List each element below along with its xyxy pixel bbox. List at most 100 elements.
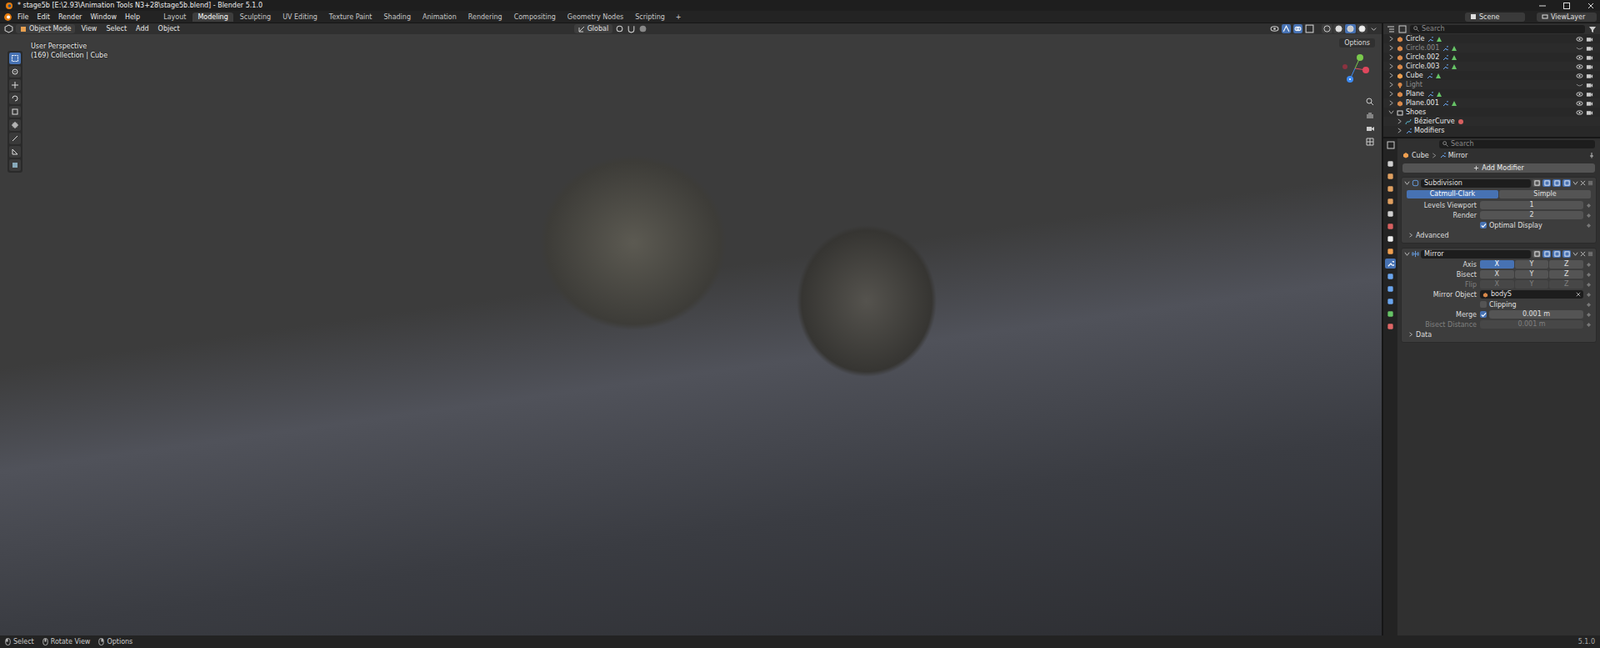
workspace-tab[interactable]: Compositing	[509, 12, 561, 22]
properties-tab[interactable]	[1385, 283, 1396, 294]
outliner-item[interactable]: Circle.001	[1383, 43, 1600, 53]
shading-mode-button[interactable]	[1333, 24, 1345, 34]
modifier-display-toggle[interactable]	[1542, 179, 1551, 187]
menu-item[interactable]: File	[14, 12, 32, 22]
render-camera-icon[interactable]	[1585, 90, 1594, 98]
remove-modifier-icon[interactable]	[1580, 180, 1586, 186]
eye-open-icon[interactable]	[1575, 100, 1584, 107]
outliner-item[interactable]: Shoes	[1383, 107, 1600, 117]
outliner-editor-icon[interactable]	[1386, 25, 1395, 34]
pin-icon[interactable]	[1588, 151, 1595, 159]
pivot-icon[interactable]	[615, 24, 625, 34]
view-layer-selector[interactable]: ViewLayer	[1536, 12, 1597, 22]
axis-toggle[interactable]: Y	[1515, 280, 1550, 289]
properties-tab[interactable]	[1385, 170, 1396, 181]
scene-selector[interactable]: Scene	[1465, 12, 1525, 22]
viewport-menu[interactable]: View	[77, 24, 100, 34]
workspace-tab[interactable]: Geometry Nodes	[562, 12, 629, 22]
axis-toggle[interactable]: Z	[1549, 270, 1584, 279]
tool-button[interactable]	[9, 145, 21, 158]
keyframe-dot-icon[interactable]	[1586, 322, 1591, 327]
eye-open-icon[interactable]	[1575, 72, 1584, 80]
drag-handle-icon[interactable]	[1587, 180, 1594, 186]
modifier-display-toggle[interactable]	[1562, 250, 1571, 258]
tool-button[interactable]	[9, 105, 21, 118]
breadcrumb-item[interactable]: Mirror	[1448, 151, 1469, 160]
properties-tab[interactable]	[1385, 195, 1396, 206]
eye-open-icon[interactable]	[1575, 54, 1584, 61]
pan-hand-icon[interactable]	[1365, 110, 1375, 120]
eye-open-icon[interactable]	[1575, 90, 1584, 98]
remove-modifier-icon[interactable]	[1580, 250, 1586, 257]
render-camera-icon[interactable]	[1585, 109, 1594, 116]
expand-arrow-icon[interactable]	[1388, 54, 1395, 60]
axis-toggle[interactable]: Z	[1549, 280, 1584, 289]
outliner-item[interactable]: BézierCurve	[1383, 116, 1600, 126]
modifier-display-toggle[interactable]	[1552, 250, 1561, 258]
axis-toggle[interactable]: Y	[1515, 260, 1550, 269]
menu-item[interactable]: Help	[121, 12, 144, 22]
outliner-item[interactable]: Light	[1383, 80, 1600, 90]
expand-arrow-icon[interactable]	[1396, 127, 1403, 134]
eye-open-icon[interactable]	[1575, 109, 1584, 116]
properties-tab[interactable]	[1385, 233, 1396, 244]
checkbox[interactable]	[1480, 221, 1487, 229]
expand-arrow-icon[interactable]	[1388, 100, 1395, 106]
visibility-icon[interactable]	[1270, 24, 1280, 34]
outliner-item[interactable]: Circle	[1383, 34, 1600, 44]
subpanel-header[interactable]: Advanced	[1401, 230, 1596, 240]
xray-icon[interactable]	[1305, 24, 1315, 34]
keyframe-dot-icon[interactable]	[1586, 213, 1591, 218]
segment-button[interactable]: Simple	[1499, 190, 1591, 199]
zoom-icon[interactable]	[1365, 96, 1375, 107]
number-field[interactable]: 2	[1480, 210, 1584, 220]
expand-arrow-icon[interactable]	[1388, 45, 1395, 51]
tool-button[interactable]	[9, 92, 21, 105]
modifier-display-toggle[interactable]	[1562, 179, 1571, 187]
outliner-search[interactable]: Search	[1410, 25, 1585, 34]
navigation-gizmo-icon[interactable]	[1338, 51, 1372, 85]
workspace-tab[interactable]: Animation	[417, 12, 462, 22]
orientation-dropdown[interactable]: Global	[574, 24, 614, 34]
checkbox[interactable]	[1480, 300, 1487, 308]
shading-mode-button[interactable]	[1345, 24, 1356, 34]
workspace-tab[interactable]: Rendering	[463, 12, 508, 22]
modifier-menu-icon[interactable]	[1572, 180, 1579, 186]
tool-button[interactable]	[9, 132, 21, 145]
modifier-display-toggle[interactable]	[1542, 250, 1551, 258]
segment-button[interactable]: Catmull-Clark	[1406, 190, 1499, 199]
eye-open-icon[interactable]	[1575, 63, 1584, 70]
outliner-item[interactable]: Circle.003	[1383, 61, 1600, 71]
blender-menu-icon[interactable]	[3, 12, 13, 22]
axis-toggle[interactable]: Y	[1515, 270, 1550, 279]
properties-tab[interactable]	[1385, 245, 1396, 256]
filter-icon[interactable]	[1588, 25, 1597, 34]
mode-dropdown[interactable]: Object Mode	[15, 24, 75, 34]
render-camera-icon[interactable]	[1585, 100, 1594, 107]
checkbox-field[interactable]: Clipping	[1480, 300, 1517, 309]
properties-tab[interactable]	[1385, 158, 1396, 169]
keyframe-dot-icon[interactable]	[1586, 312, 1591, 317]
menu-item[interactable]: Edit	[33, 12, 54, 22]
properties-tab[interactable]	[1385, 270, 1396, 281]
outliner-item[interactable]: Plane.001	[1383, 98, 1600, 108]
workspace-tab[interactable]: Modeling	[192, 12, 233, 22]
workspace-tab[interactable]: Layout	[158, 12, 191, 22]
subpanel-header[interactable]: Data	[1401, 329, 1596, 340]
viewport-render[interactable]: User Perspective(169) Collection | Cube …	[0, 34, 1382, 635]
checkbox[interactable]	[1480, 310, 1487, 318]
shading-options-icon[interactable]	[1370, 25, 1378, 33]
render-camera-icon[interactable]	[1585, 63, 1594, 70]
keyframe-dot-icon[interactable]	[1586, 223, 1591, 228]
expand-arrow-icon[interactable]	[1388, 63, 1395, 70]
eye-closed-icon[interactable]	[1575, 45, 1584, 52]
expand-arrow-icon[interactable]	[1388, 72, 1395, 79]
properties-tab[interactable]	[1385, 220, 1396, 231]
modifier-menu-icon[interactable]	[1572, 250, 1579, 257]
add-modifier-button[interactable]: Add Modifier	[1402, 163, 1595, 173]
axis-toggle[interactable]: X	[1480, 260, 1515, 269]
axis-toggle[interactable]: X	[1480, 270, 1515, 279]
keyframe-dot-icon[interactable]	[1586, 203, 1591, 208]
object-field[interactable]: bodyS	[1480, 290, 1584, 299]
menu-item[interactable]: Window	[86, 12, 120, 22]
